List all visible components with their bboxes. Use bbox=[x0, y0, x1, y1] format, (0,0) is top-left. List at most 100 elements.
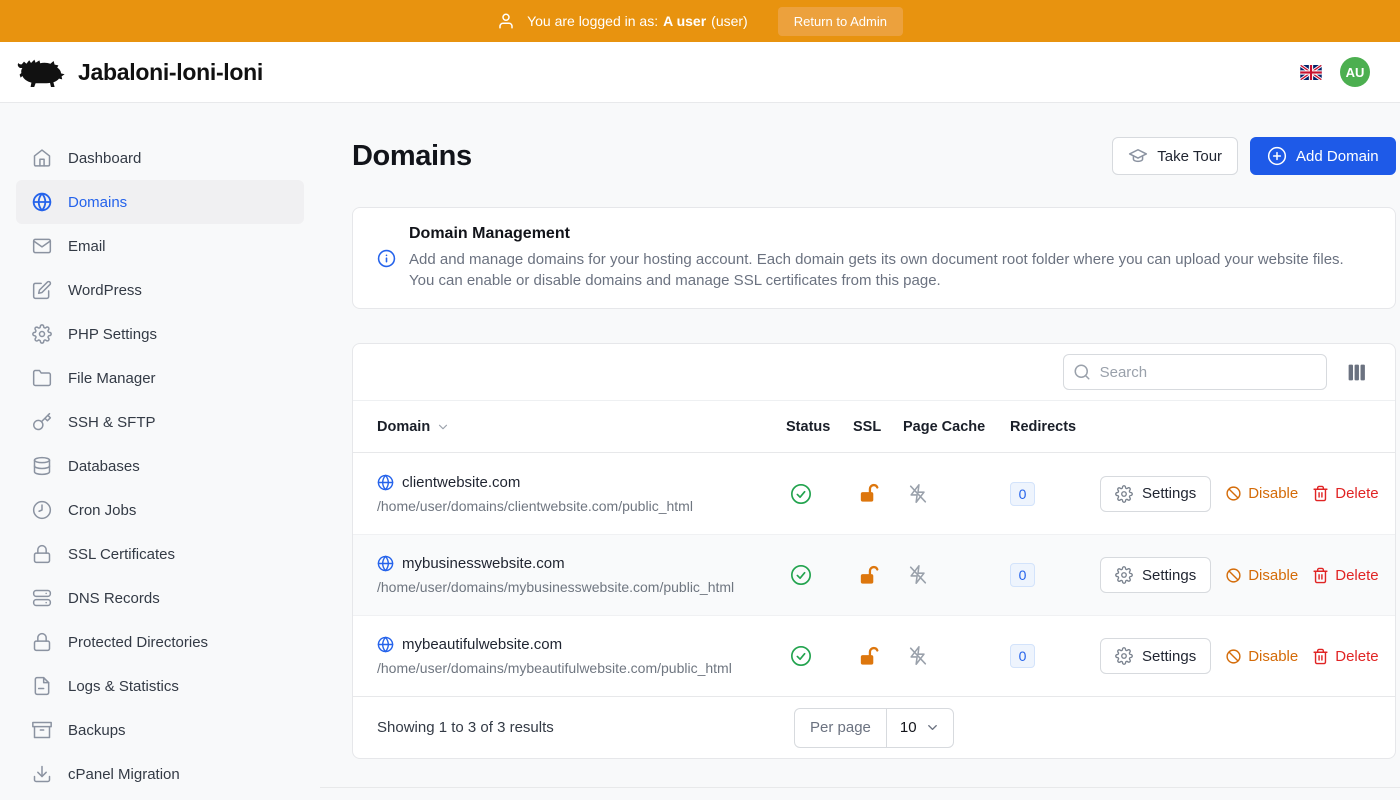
delete-button[interactable]: Delete bbox=[1312, 485, 1378, 502]
search-input[interactable] bbox=[1063, 354, 1327, 390]
sidebar-item-dns-records[interactable]: DNS Records bbox=[16, 576, 304, 620]
per-page-label: Per page bbox=[795, 709, 887, 747]
sidebar-item-label: WordPress bbox=[68, 282, 142, 299]
sidebar-item-label: DNS Records bbox=[68, 590, 160, 607]
gear-icon bbox=[1115, 566, 1133, 584]
boar-logo-icon bbox=[16, 53, 66, 91]
redirects-count-badge[interactable]: 0 bbox=[1010, 644, 1035, 668]
top-bar: Jabaloni-loni-loni AU bbox=[0, 42, 1400, 103]
sidebar-item-label: Email bbox=[68, 238, 106, 255]
take-tour-button[interactable]: Take Tour bbox=[1112, 137, 1238, 175]
delete-button[interactable]: Delete bbox=[1312, 567, 1378, 584]
server-icon bbox=[32, 588, 52, 608]
sidebar-item-cpanel-migration[interactable]: cPanel Migration bbox=[16, 752, 304, 796]
settings-button[interactable]: Settings bbox=[1100, 638, 1211, 674]
info-card-title: Domain Management bbox=[409, 225, 1367, 243]
columns-toggle-button[interactable] bbox=[1344, 360, 1369, 385]
banner-user-role: (user) bbox=[711, 13, 748, 29]
ssl-unlocked-icon[interactable] bbox=[853, 645, 903, 668]
archive-icon bbox=[32, 720, 52, 740]
sidebar-item-backups[interactable]: Backups bbox=[16, 708, 304, 752]
per-page-select[interactable]: 10 bbox=[887, 709, 953, 747]
sidebar-item-protected-directories[interactable]: Protected Directories bbox=[16, 620, 304, 664]
column-header-domain[interactable]: Domain bbox=[377, 419, 786, 435]
column-header-page-cache: Page Cache bbox=[903, 419, 1010, 435]
globe-icon bbox=[377, 636, 394, 653]
page-title: Domains bbox=[352, 140, 472, 173]
disable-button[interactable]: Disable bbox=[1225, 485, 1298, 502]
disable-button[interactable]: Disable bbox=[1225, 567, 1298, 584]
sidebar-item-databases[interactable]: Databases bbox=[16, 444, 304, 488]
sidebar-item-logs-statistics[interactable]: Logs & Statistics bbox=[16, 664, 304, 708]
info-card-description: Add and manage domains for your hosting … bbox=[409, 249, 1367, 291]
ssl-unlocked-icon[interactable] bbox=[853, 564, 903, 587]
domain-name[interactable]: mybusinesswebsite.com bbox=[402, 555, 565, 572]
sidebar-item-label: Cron Jobs bbox=[68, 502, 136, 519]
page-cache-off-icon[interactable] bbox=[903, 483, 1010, 505]
key-icon bbox=[32, 412, 52, 432]
globe-icon bbox=[377, 474, 394, 491]
gear-icon bbox=[1115, 647, 1133, 665]
sidebar-item-label: Protected Directories bbox=[68, 634, 208, 651]
sidebar-item-label: Databases bbox=[68, 458, 140, 475]
sidebar-item-email[interactable]: Email bbox=[16, 224, 304, 268]
domain-name[interactable]: mybeautifulwebsite.com bbox=[402, 636, 562, 653]
language-flag-icon[interactable] bbox=[1300, 65, 1322, 80]
table-row-mybusinesswebsite: mybusinesswebsite.com /home/user/domains… bbox=[353, 534, 1395, 615]
sidebar-item-cron-jobs[interactable]: Cron Jobs bbox=[16, 488, 304, 532]
top-bar-right: AU bbox=[1300, 57, 1384, 87]
sidebar-item-domains[interactable]: Domains bbox=[16, 180, 304, 224]
app-title: Jabaloni-loni-loni bbox=[78, 59, 263, 86]
sidebar-item-label: Logs & Statistics bbox=[68, 678, 179, 695]
home-icon bbox=[32, 148, 52, 168]
sidebar-item-ssl-certificates[interactable]: SSL Certificates bbox=[16, 532, 304, 576]
domain-management-info-card: Domain Management Add and manage domains… bbox=[352, 207, 1396, 309]
folder-icon bbox=[32, 368, 52, 388]
return-to-admin-button[interactable]: Return to Admin bbox=[778, 7, 903, 36]
ban-icon bbox=[1225, 485, 1242, 502]
sidebar-item-label: PHP Settings bbox=[68, 326, 157, 343]
ssl-unlocked-icon[interactable] bbox=[853, 482, 903, 505]
gear-icon bbox=[1115, 485, 1133, 503]
plus-circle-icon bbox=[1267, 146, 1287, 166]
user-avatar[interactable]: AU bbox=[1340, 57, 1370, 87]
footer-divider bbox=[320, 787, 1400, 788]
redirects-count-badge[interactable]: 0 bbox=[1010, 482, 1035, 506]
info-icon bbox=[377, 249, 396, 268]
domain-name[interactable]: clientwebsite.com bbox=[402, 474, 520, 491]
ban-icon bbox=[1225, 567, 1242, 584]
delete-button[interactable]: Delete bbox=[1312, 648, 1378, 665]
status-enabled-icon bbox=[786, 564, 853, 586]
brand[interactable]: Jabaloni-loni-loni bbox=[16, 53, 263, 91]
banner-message-prefix: You are logged in as: bbox=[527, 13, 658, 29]
page-cache-off-icon[interactable] bbox=[903, 645, 1010, 667]
sort-chevron-icon bbox=[436, 420, 450, 434]
sidebar-item-file-manager[interactable]: File Manager bbox=[16, 356, 304, 400]
ban-icon bbox=[1225, 648, 1242, 665]
column-header-status: Status bbox=[786, 419, 853, 435]
disable-button[interactable]: Disable bbox=[1225, 648, 1298, 665]
results-summary: Showing 1 to 3 of 3 results bbox=[377, 719, 794, 736]
sidebar-item-ssh-sftp[interactable]: SSH & SFTP bbox=[16, 400, 304, 444]
search-icon bbox=[1073, 363, 1091, 381]
sidebar-item-php-settings[interactable]: PHP Settings bbox=[16, 312, 304, 356]
user-icon bbox=[497, 12, 515, 30]
domain-path: /home/user/domains/clientwebsite.com/pub… bbox=[377, 498, 786, 514]
sidebar-item-dashboard[interactable]: Dashboard bbox=[16, 136, 304, 180]
sidebar-item-wordpress[interactable]: WordPress bbox=[16, 268, 304, 312]
settings-button[interactable]: Settings bbox=[1100, 557, 1211, 593]
lock-icon bbox=[32, 544, 52, 564]
per-page-control: Per page 10 bbox=[794, 708, 954, 748]
add-domain-button[interactable]: Add Domain bbox=[1250, 137, 1396, 175]
lock-icon bbox=[32, 632, 52, 652]
domains-table-card: Domain Status SSL Page Cache Redirects c… bbox=[352, 343, 1396, 759]
table-footer: Showing 1 to 3 of 3 results Per page 10 bbox=[353, 696, 1395, 758]
sidebar-item-label: Backups bbox=[68, 722, 126, 739]
download-icon bbox=[32, 764, 52, 784]
page-cache-off-icon[interactable] bbox=[903, 564, 1010, 586]
sidebar-item-label: Domains bbox=[68, 194, 127, 211]
settings-button[interactable]: Settings bbox=[1100, 476, 1211, 512]
gear-icon bbox=[32, 324, 52, 344]
graduation-cap-icon bbox=[1128, 146, 1148, 166]
redirects-count-badge[interactable]: 0 bbox=[1010, 563, 1035, 587]
